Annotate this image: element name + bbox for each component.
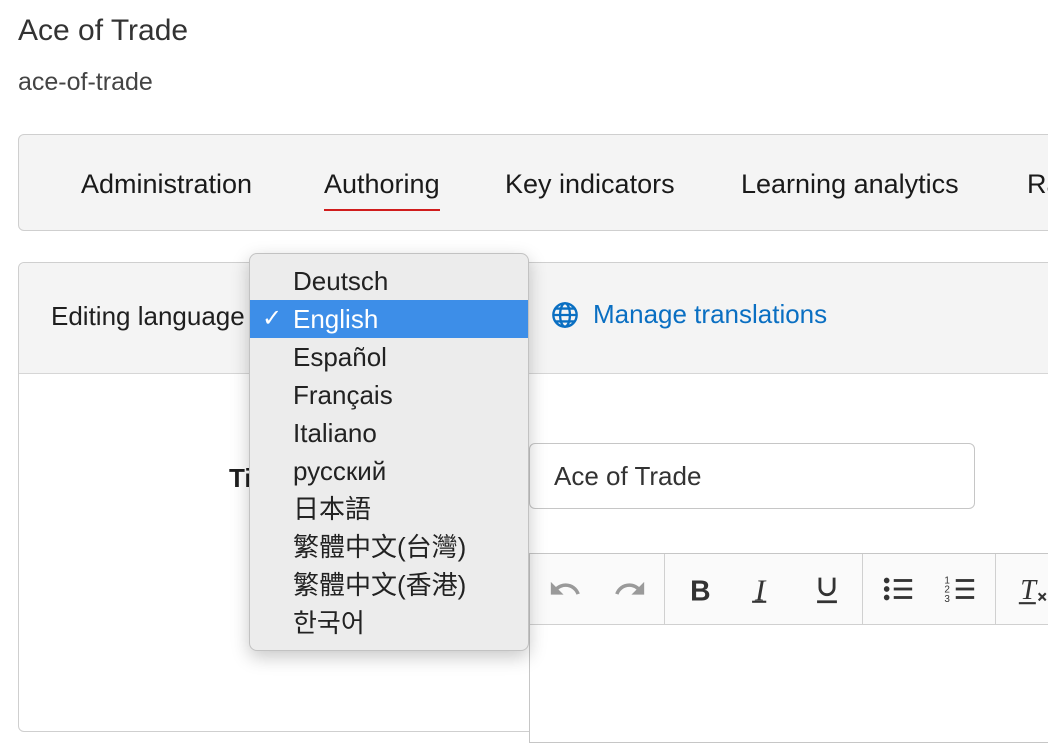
- language-option-english[interactable]: ✓ English: [250, 300, 528, 338]
- underline-button[interactable]: [802, 554, 852, 624]
- active-tab-underline: [324, 209, 440, 211]
- svg-text:3: 3: [944, 594, 950, 605]
- underline-icon: [817, 577, 837, 604]
- tabs-bar: Administration Authoring Key indicators …: [18, 134, 1048, 231]
- language-option-chinese-hongkong[interactable]: 繁體中文(香港): [250, 566, 528, 604]
- clear-formatting-icon: T: [1018, 575, 1047, 606]
- bulleted-list-button[interactable]: [873, 554, 923, 624]
- svg-text:B: B: [690, 575, 710, 606]
- language-option-russian[interactable]: русский: [250, 452, 528, 490]
- tab-authoring-label: Authoring: [324, 169, 440, 199]
- language-option-deutsch[interactable]: Deutsch: [250, 262, 528, 300]
- svg-text:T: T: [1020, 575, 1038, 606]
- manage-translations-link[interactable]: Manage translations: [551, 299, 827, 330]
- bold-button[interactable]: B: [675, 554, 725, 624]
- page-title: Ace of Trade: [18, 14, 189, 47]
- language-option-korean[interactable]: 한국어: [250, 604, 528, 642]
- tab-administration[interactable]: Administration: [81, 169, 252, 200]
- language-option-italiano[interactable]: Italiano: [250, 414, 528, 452]
- editor-toolbar: B I 123 T: [530, 554, 1048, 625]
- rich-text-editor[interactable]: B I 123 T: [529, 553, 1048, 743]
- numbered-list-button[interactable]: 123: [935, 554, 985, 624]
- redo-button[interactable]: [605, 554, 655, 624]
- toolbar-divider: [995, 554, 996, 624]
- italic-icon: I: [752, 572, 767, 606]
- globe-icon: [552, 301, 578, 328]
- language-option-espanol[interactable]: Español: [250, 338, 528, 376]
- language-dropdown[interactable]: Deutsch ✓ English Español Français Itali…: [249, 253, 529, 651]
- tab-learning-analytics[interactable]: Learning analytics: [741, 169, 959, 200]
- clear-formatting-button[interactable]: T: [1008, 554, 1048, 624]
- toolbar-divider: [862, 554, 863, 624]
- language-option-label: English: [293, 304, 379, 334]
- panel-header: Editing language Manage translations: [19, 263, 1048, 374]
- language-option-japanese[interactable]: 日本語: [250, 490, 528, 528]
- authoring-panel: Editing language Manage translations Ti …: [18, 262, 1048, 743]
- page-slug: ace-of-trade: [18, 68, 153, 96]
- tab-key-indicators[interactable]: Key indicators: [505, 169, 675, 200]
- undo-button[interactable]: [540, 554, 590, 624]
- title-input[interactable]: [529, 443, 975, 509]
- bold-icon: B: [690, 575, 710, 606]
- undo-icon: [550, 581, 580, 595]
- language-option-francais[interactable]: Français: [250, 376, 528, 414]
- toolbar-divider: [664, 554, 665, 624]
- manage-translations-label: Manage translations: [593, 299, 828, 329]
- bulleted-list-icon: [883, 577, 913, 601]
- italic-button[interactable]: I: [737, 554, 787, 624]
- numbered-list-icon: 123: [944, 575, 975, 605]
- redo-icon: [615, 581, 645, 595]
- checkmark-icon: ✓: [262, 305, 283, 332]
- language-option-chinese-taiwan[interactable]: 繁體中文(台灣): [250, 528, 528, 566]
- editing-language-label: Editing language: [51, 301, 245, 331]
- tab-ra[interactable]: Ra: [1027, 169, 1048, 200]
- tab-authoring[interactable]: Authoring: [324, 169, 440, 211]
